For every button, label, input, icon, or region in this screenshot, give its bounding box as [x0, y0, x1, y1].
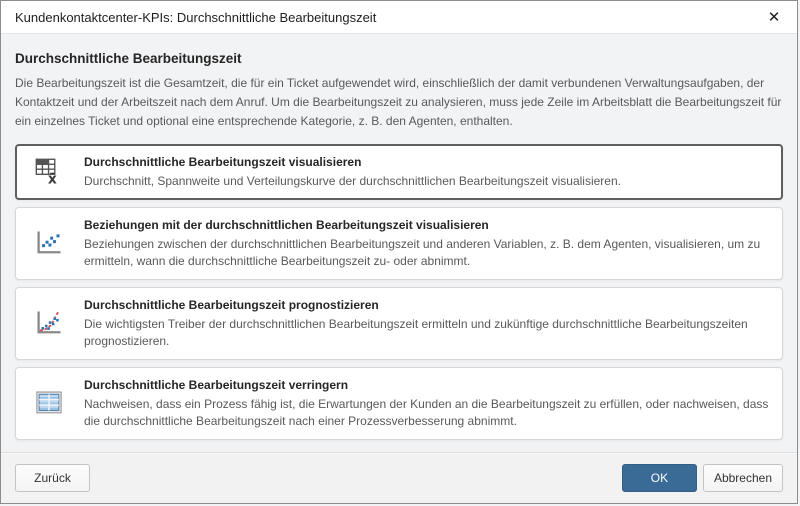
page-title: Durchschnittliche Bearbeitungszeit — [15, 51, 783, 66]
page-description: Die Bearbeitungszeit ist die Gesamtzeit,… — [15, 74, 783, 131]
regression-curve-icon — [32, 308, 66, 338]
option-title: Beziehungen mit der durchschnittlichen B… — [84, 217, 770, 233]
dialog-titlebar: Kundenkontaktcenter-KPIs: Durchschnittli… — [1, 1, 797, 34]
option-description: Nachweisen, dass ein Prozess fähig ist, … — [84, 396, 770, 430]
option-card-predict[interactable]: Durchschnittliche Bearbeitungszeit progn… — [15, 287, 783, 360]
option-description: Beziehungen zwischen der durchschnittlic… — [84, 236, 770, 270]
option-card-reduce[interactable]: Durchschnittliche Bearbeitungszeit verri… — [15, 367, 783, 440]
option-description: Die wichtigsten Treiber der durchschnitt… — [84, 316, 770, 350]
svg-text:x̄: x̄ — [48, 171, 57, 186]
back-button[interactable]: Zurück — [15, 464, 90, 492]
scatterplot-icon — [32, 228, 66, 258]
assistant-dialog: Kundenkontaktcenter-KPIs: Durchschnittli… — [0, 0, 798, 504]
dialog-title: Kundenkontaktcenter-KPIs: Durchschnittli… — [15, 10, 761, 25]
worksheet-mean-icon: x̄ — [32, 157, 66, 187]
option-title: Durchschnittliche Bearbeitungszeit progn… — [84, 297, 770, 313]
dialog-content: Durchschnittliche Bearbeitungszeit Die B… — [1, 34, 797, 452]
option-card-visualize[interactable]: x̄ Durchschnittliche Bearbeitungszeit vi… — [15, 144, 783, 200]
ok-button[interactable]: OK — [622, 464, 697, 492]
option-title: Durchschnittliche Bearbeitungszeit visua… — [84, 154, 770, 170]
option-card-relationships[interactable]: Beziehungen mit der durchschnittlichen B… — [15, 207, 783, 280]
option-title: Durchschnittliche Bearbeitungszeit verri… — [84, 377, 770, 393]
option-description: Durchschnitt, Spannweite und Verteilungs… — [84, 173, 770, 190]
cancel-button[interactable]: Abbrechen — [703, 464, 783, 492]
close-icon[interactable]: ✕ — [761, 4, 787, 30]
capability-table-icon — [32, 388, 66, 418]
dialog-footer: Zurück OK Abbrechen — [1, 452, 797, 503]
